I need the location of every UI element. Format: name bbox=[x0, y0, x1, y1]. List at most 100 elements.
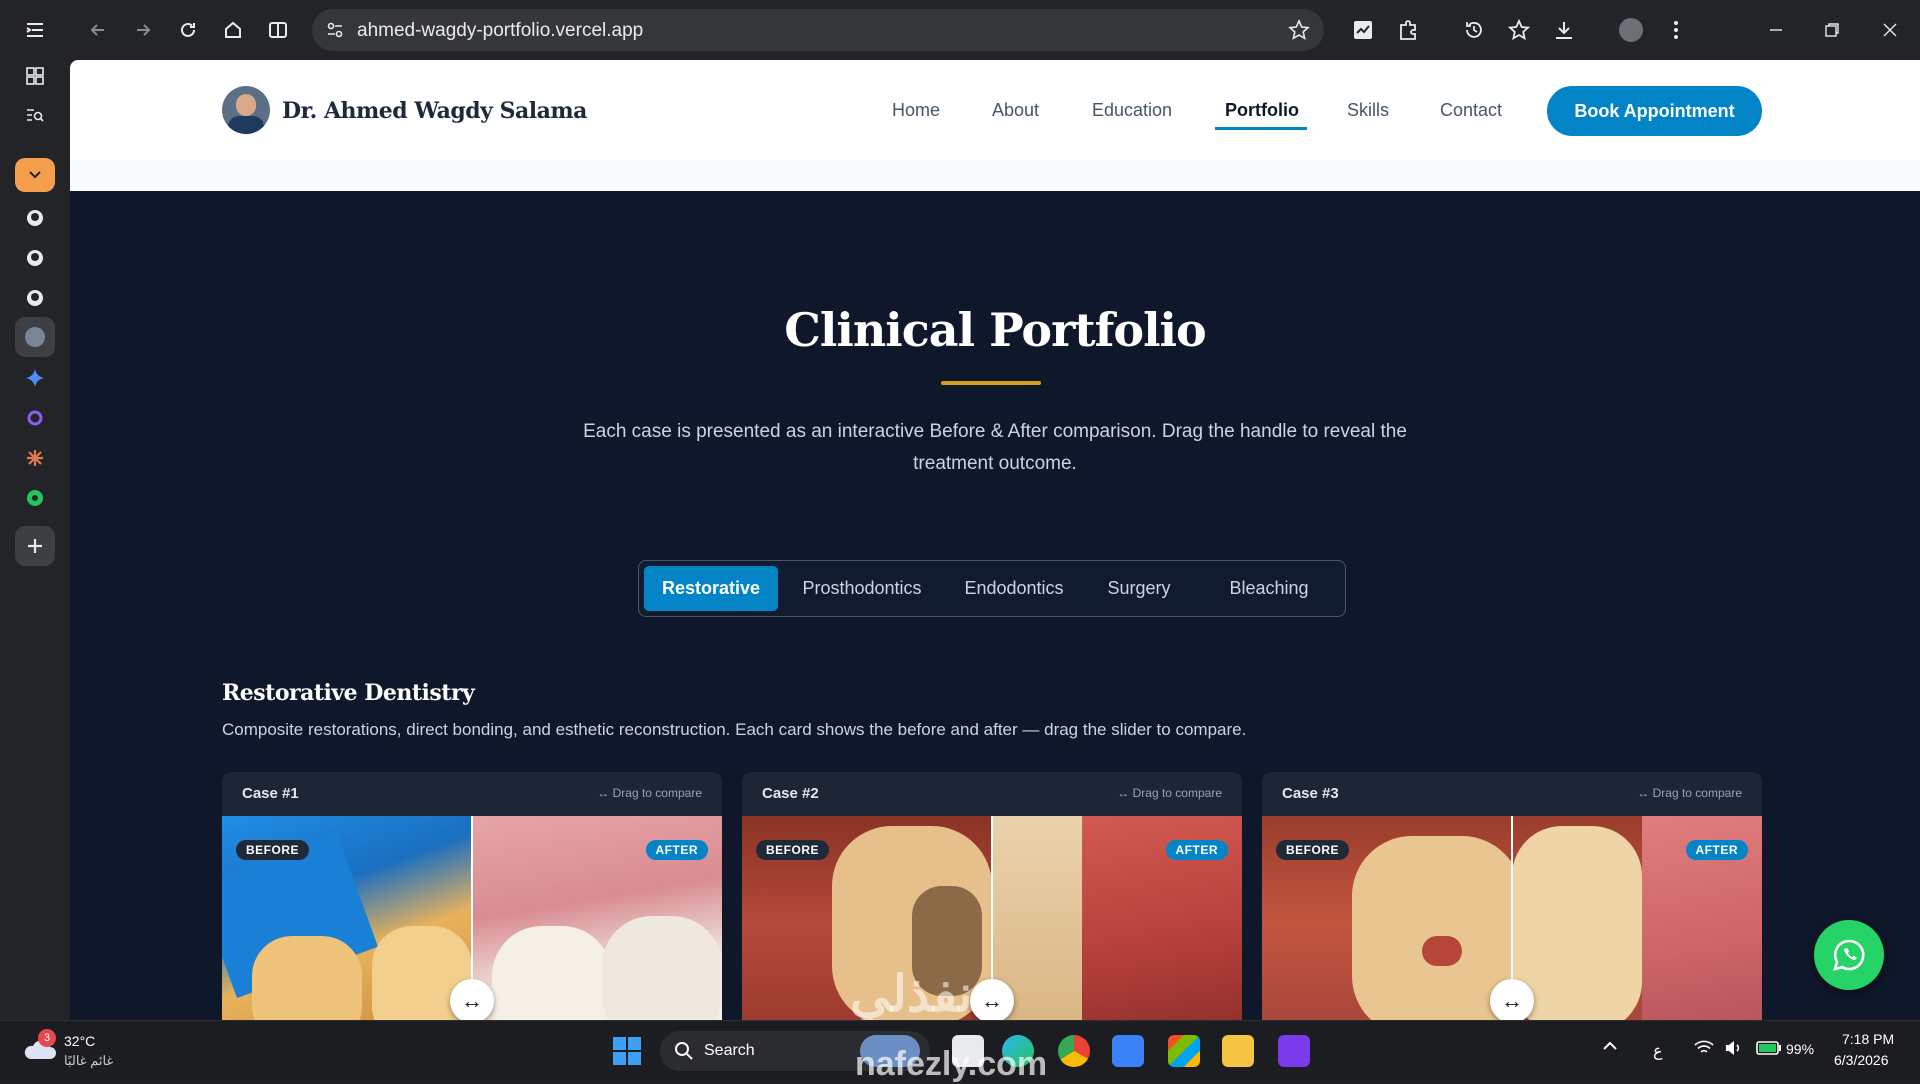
case-card-header: Case #3 ↔ Drag to compare bbox=[1262, 772, 1762, 816]
battery-percent[interactable]: 99% bbox=[1786, 1041, 1814, 1057]
clock-date[interactable]: 6/3/2026 bbox=[1834, 1052, 1889, 1068]
browser-toolbar: ahmed-wagdy-portfolio.vercel.app bbox=[0, 0, 1920, 60]
after-badge: AFTER bbox=[645, 840, 708, 860]
portfolio-tab-icon[interactable] bbox=[15, 317, 55, 357]
claude-tab-icon[interactable] bbox=[15, 438, 55, 478]
weather-desc[interactable]: غائم غالبًا bbox=[64, 1053, 113, 1069]
case-label: Case #3 bbox=[1282, 785, 1339, 802]
nav-education[interactable]: Education bbox=[1092, 100, 1172, 121]
after-badge: AFTER bbox=[1685, 840, 1748, 860]
browser-sidebar bbox=[0, 60, 70, 1020]
drag-hint: ↔ Drag to compare bbox=[1117, 786, 1222, 800]
downloads-icon[interactable] bbox=[1546, 12, 1582, 48]
web-page: Dr. Ahmed Wagdy Salama Home About Educat… bbox=[70, 60, 1920, 1020]
menu-icon[interactable] bbox=[17, 12, 53, 48]
file-explorer-icon[interactable] bbox=[1222, 1035, 1254, 1067]
github-tab-icon[interactable] bbox=[15, 278, 55, 318]
github-tab-icon[interactable] bbox=[15, 198, 55, 238]
drag-hint: ↔ Drag to compare bbox=[597, 786, 702, 800]
forward-icon[interactable] bbox=[125, 12, 161, 48]
favorites-icon[interactable] bbox=[1501, 12, 1537, 48]
weather-temp[interactable]: 32°C bbox=[64, 1033, 95, 1049]
reader-mode-icon[interactable] bbox=[260, 12, 296, 48]
back-icon[interactable] bbox=[80, 12, 116, 48]
extension-icon[interactable] bbox=[1345, 12, 1381, 48]
tab-endodontics[interactable]: Endodontics bbox=[949, 566, 1079, 611]
chatgpt-tab-icon[interactable] bbox=[15, 478, 55, 518]
site-navbar: Dr. Ahmed Wagdy Salama Home About Educat… bbox=[70, 60, 1920, 160]
case-card-header: Case #2 ↔ Drag to compare bbox=[742, 772, 1242, 816]
watermark-text: nafezly.com bbox=[855, 1045, 1048, 1083]
title-accent-bar bbox=[941, 381, 1041, 385]
nav-home[interactable]: Home bbox=[892, 100, 940, 121]
category-tabs: Restorative Prosthodontics Endodontics S… bbox=[638, 560, 1346, 617]
app-tab-icon[interactable] bbox=[15, 398, 55, 438]
tab-group-chevron-icon[interactable] bbox=[15, 158, 55, 192]
history-icon[interactable] bbox=[1456, 12, 1492, 48]
compare-handle[interactable]: ↔ bbox=[970, 979, 1014, 1020]
tab-prosthodontics[interactable]: Prosthodontics bbox=[787, 566, 937, 611]
book-appointment-button[interactable]: Book Appointment bbox=[1547, 86, 1762, 136]
whatsapp-icon bbox=[1833, 939, 1865, 971]
doctor-avatar[interactable] bbox=[222, 86, 270, 134]
extensions-puzzle-icon[interactable] bbox=[1390, 12, 1426, 48]
section-description: Composite restorations, direct bonding, … bbox=[222, 720, 1247, 739]
watermark-logo: نفذلي bbox=[850, 966, 973, 1020]
site-info-icon[interactable] bbox=[326, 21, 344, 39]
case-label: Case #2 bbox=[762, 785, 819, 802]
before-badge: BEFORE bbox=[1276, 840, 1350, 860]
new-tab-plus-icon[interactable] bbox=[15, 526, 55, 566]
tab-restorative[interactable]: Restorative bbox=[644, 566, 778, 611]
nav-contact[interactable]: Contact bbox=[1440, 100, 1502, 121]
nav-skills[interactable]: Skills bbox=[1347, 100, 1389, 121]
clock-time[interactable]: 7:18 PM bbox=[1842, 1031, 1894, 1047]
case-card-header: Case #1 ↔ Drag to compare bbox=[222, 772, 722, 816]
page-title: Clinical Portfolio bbox=[784, 303, 1206, 357]
language-indicator[interactable]: ع bbox=[1653, 1041, 1663, 1061]
brand-name[interactable]: Dr. Ahmed Wagdy Salama bbox=[282, 98, 587, 124]
minimize-icon[interactable] bbox=[1758, 12, 1794, 48]
tab-search-icon[interactable] bbox=[15, 95, 55, 135]
volume-icon[interactable] bbox=[1724, 1040, 1742, 1056]
drag-hint: ↔ Drag to compare bbox=[1637, 786, 1742, 800]
windows-start-icon[interactable] bbox=[612, 1036, 642, 1066]
case-label: Case #1 bbox=[242, 785, 299, 802]
store-icon[interactable] bbox=[1168, 1035, 1200, 1067]
tab-bleaching[interactable]: Bleaching bbox=[1199, 566, 1339, 611]
page-description: Each case is presented as an interactive… bbox=[583, 421, 1407, 474]
workspaces-icon[interactable] bbox=[15, 56, 55, 96]
tooth-after bbox=[602, 916, 722, 1020]
more-options-icon[interactable] bbox=[1658, 12, 1694, 48]
visual-studio-icon[interactable] bbox=[1278, 1035, 1310, 1067]
navbar-shadow-strip bbox=[70, 160, 1920, 191]
close-icon[interactable] bbox=[1872, 12, 1908, 48]
home-icon[interactable] bbox=[215, 12, 251, 48]
before-badge: BEFORE bbox=[236, 840, 310, 860]
github-tab-icon[interactable] bbox=[15, 238, 55, 278]
profile-avatar[interactable] bbox=[1613, 12, 1649, 48]
whatsapp-button[interactable] bbox=[1814, 920, 1884, 990]
address-bar[interactable]: ahmed-wagdy-portfolio.vercel.app bbox=[312, 9, 1324, 51]
tray-chevron-icon[interactable] bbox=[1602, 1041, 1618, 1051]
reload-icon[interactable] bbox=[170, 12, 206, 48]
nav-about[interactable]: About bbox=[992, 100, 1039, 121]
section-title: Restorative Dentistry bbox=[222, 680, 475, 706]
bookmark-star-icon[interactable] bbox=[1288, 19, 1310, 41]
compare-handle[interactable]: ↔ bbox=[1490, 979, 1534, 1020]
wifi-icon[interactable] bbox=[1694, 1040, 1714, 1056]
os-taskbar: 3 32°C غائم غالبًا Search nafezly.com ع … bbox=[0, 1020, 1920, 1083]
tooth-before bbox=[252, 936, 362, 1020]
chrome-icon[interactable] bbox=[1058, 1035, 1090, 1067]
search-label: Search bbox=[704, 1042, 755, 1059]
tab-surgery[interactable]: Surgery bbox=[1089, 566, 1189, 611]
gemini-tab-icon[interactable] bbox=[15, 358, 55, 398]
battery-icon[interactable] bbox=[1756, 1041, 1782, 1055]
url-text[interactable]: ahmed-wagdy-portfolio.vercel.app bbox=[357, 20, 643, 42]
restore-icon[interactable] bbox=[1814, 12, 1850, 48]
nav-portfolio[interactable]: Portfolio bbox=[1225, 100, 1299, 121]
after-badge: AFTER bbox=[1165, 840, 1228, 860]
vscode-like-icon[interactable] bbox=[1112, 1035, 1144, 1067]
compare-handle[interactable]: ↔ bbox=[450, 979, 494, 1020]
tooth-after bbox=[492, 926, 612, 1020]
search-icon bbox=[674, 1041, 694, 1061]
